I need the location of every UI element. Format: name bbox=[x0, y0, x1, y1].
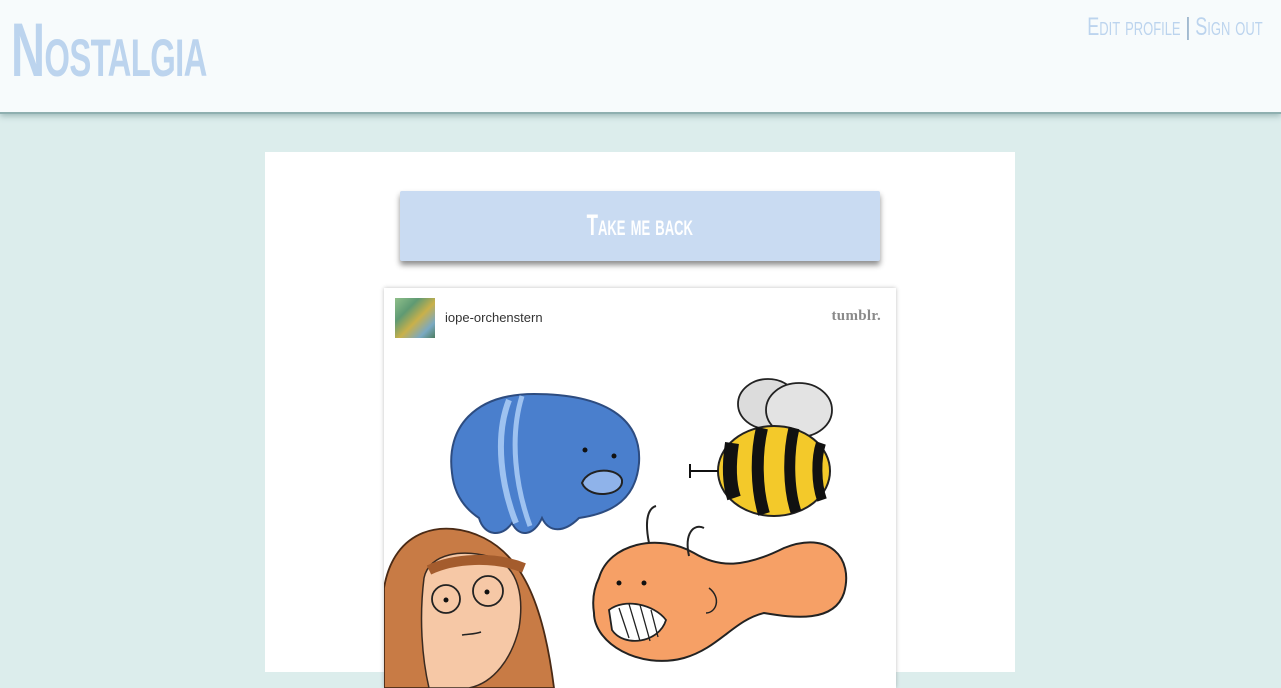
bee-creature bbox=[689, 378, 833, 517]
site-logo[interactable]: Nostalgia bbox=[11, 6, 207, 96]
take-me-back-label: Take me back bbox=[586, 209, 694, 242]
avatar[interactable] bbox=[395, 298, 435, 338]
sign-out-link[interactable]: Sign out bbox=[1196, 13, 1263, 41]
post-username[interactable]: iope-orchenstern bbox=[445, 310, 543, 325]
header: Nostalgia Edit profile | Sign out bbox=[0, 0, 1281, 112]
main-card: Take me back iope-orchenstern tumblr. bbox=[265, 152, 1015, 688]
woman-face bbox=[384, 527, 555, 688]
post-illustration bbox=[384, 378, 848, 688]
account-nav: Edit profile | Sign out bbox=[1088, 12, 1263, 42]
nav-separator: | bbox=[1185, 13, 1191, 41]
tumblr-post-embed: iope-orchenstern tumblr. bbox=[384, 288, 896, 688]
edit-profile-link[interactable]: Edit profile bbox=[1088, 13, 1181, 41]
blue-blob-creature bbox=[450, 392, 641, 534]
orange-fish-creature bbox=[592, 505, 848, 662]
tumblr-logo[interactable]: tumblr. bbox=[832, 308, 881, 325]
take-me-back-button[interactable]: Take me back bbox=[400, 191, 880, 261]
